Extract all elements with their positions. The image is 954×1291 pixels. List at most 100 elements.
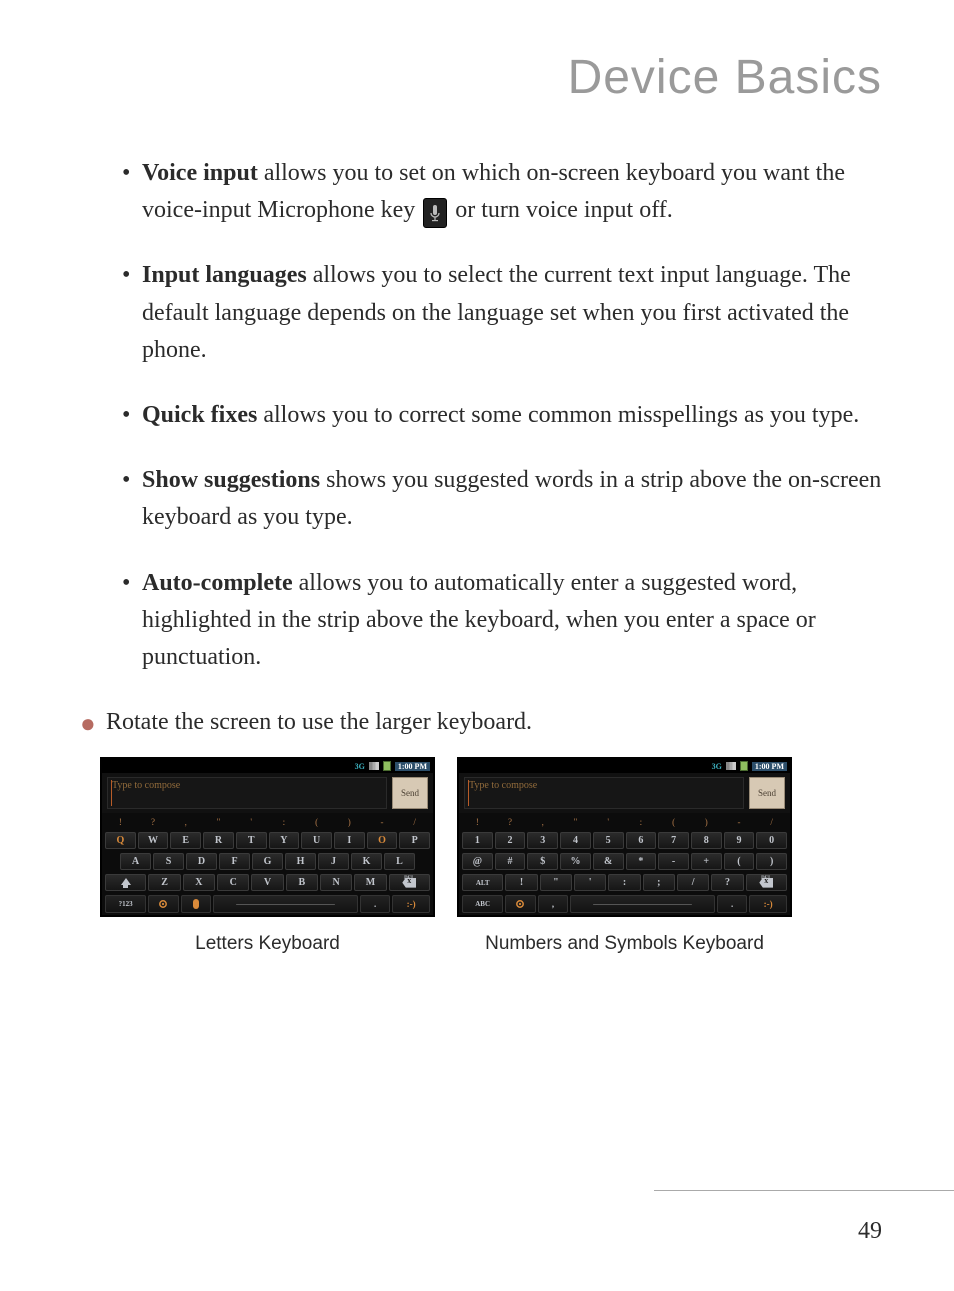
bullet-icon: • xyxy=(122,462,142,536)
key-2[interactable]: 2 xyxy=(495,832,526,849)
delete-key[interactable]: DEL xyxy=(746,874,787,891)
key-t[interactable]: T xyxy=(236,832,267,849)
key-0[interactable]: 0 xyxy=(756,832,787,849)
settings-key[interactable] xyxy=(505,895,536,913)
key-h[interactable]: H xyxy=(285,853,316,870)
key-1[interactable]: 1 xyxy=(462,832,493,849)
page-title: Device Basics xyxy=(72,50,882,105)
key-a[interactable]: A xyxy=(120,853,151,870)
key-4[interactable]: 4 xyxy=(560,832,591,849)
mode-switch-key[interactable]: ?123 xyxy=(105,895,146,913)
emoji-key[interactable]: :-) xyxy=(749,895,787,913)
key-at[interactable]: @ xyxy=(462,853,493,870)
voice-key[interactable] xyxy=(181,895,212,913)
compose-input[interactable]: Type to compose xyxy=(107,777,387,809)
key-slash[interactable]: / xyxy=(677,874,709,891)
send-button[interactable]: Send xyxy=(749,777,785,809)
key-r[interactable]: R xyxy=(203,832,234,849)
send-button[interactable]: Send xyxy=(392,777,428,809)
key-6[interactable]: 6 xyxy=(626,832,657,849)
key-n[interactable]: N xyxy=(320,874,352,891)
instruction-dot-icon: ● xyxy=(80,704,106,743)
status-time: 1:00 PM xyxy=(395,762,430,771)
emoji-key[interactable]: :-) xyxy=(392,895,430,913)
key-star[interactable]: * xyxy=(626,853,657,870)
text: or turn voice input off. xyxy=(449,197,673,223)
bullet-icon: • xyxy=(122,565,142,677)
key-s[interactable]: S xyxy=(153,853,184,870)
key-9[interactable]: 9 xyxy=(724,832,755,849)
key-z[interactable]: Z xyxy=(148,874,180,891)
symbol-hint: , xyxy=(170,815,201,828)
key-bang[interactable]: ! xyxy=(505,874,537,891)
key-l[interactable]: L xyxy=(384,853,415,870)
key-k[interactable]: K xyxy=(351,853,382,870)
delete-key[interactable]: DEL xyxy=(389,874,430,891)
symbol-hint-row: ! ? , " ' : ( ) - / xyxy=(459,813,790,830)
key-qmark[interactable]: ? xyxy=(711,874,743,891)
network-3g-icon: 3G xyxy=(712,762,722,771)
comma-key[interactable]: , xyxy=(538,895,569,913)
compose-input[interactable]: Type to compose xyxy=(464,777,744,809)
key-minus[interactable]: - xyxy=(658,853,689,870)
key-lparen[interactable]: ( xyxy=(724,853,755,870)
key-q[interactable]: Q xyxy=(105,832,136,849)
battery-icon xyxy=(383,761,391,771)
status-bar: 3G 1:00 PM xyxy=(459,759,790,773)
key-3[interactable]: 3 xyxy=(527,832,558,849)
microphone-icon xyxy=(193,899,199,909)
settings-list: • Voice input allows you to set on which… xyxy=(72,155,882,676)
key-g[interactable]: G xyxy=(252,853,283,870)
symbol-hint-row: ! ? , " ' : ( ) - / xyxy=(102,813,433,830)
key-c[interactable]: C xyxy=(217,874,249,891)
key-p[interactable]: P xyxy=(399,832,430,849)
key-colon[interactable]: : xyxy=(608,874,640,891)
bullet-icon: • xyxy=(122,397,142,434)
key-b[interactable]: B xyxy=(286,874,318,891)
alt-key[interactable]: ALT xyxy=(462,874,503,891)
key-7[interactable]: 7 xyxy=(658,832,689,849)
key-plus[interactable]: + xyxy=(691,853,722,870)
period-key[interactable]: . xyxy=(717,895,748,913)
key-e[interactable]: E xyxy=(170,832,201,849)
key-u[interactable]: U xyxy=(301,832,332,849)
period-key[interactable]: . xyxy=(360,895,391,913)
list-item-body: Voice input allows you to set on which o… xyxy=(142,155,882,229)
key-o[interactable]: O xyxy=(367,832,398,849)
key-dquote[interactable]: " xyxy=(540,874,572,891)
symbol-hint: ! xyxy=(462,815,493,828)
term-auto-complete: Auto-complete xyxy=(142,570,293,596)
battery-icon xyxy=(740,761,748,771)
key-semi[interactable]: ; xyxy=(643,874,675,891)
term-voice-input: Voice input xyxy=(142,160,258,186)
key-y[interactable]: Y xyxy=(269,832,300,849)
list-item-body: Input languages allows you to select the… xyxy=(142,257,882,369)
key-m[interactable]: M xyxy=(354,874,386,891)
key-x[interactable]: X xyxy=(183,874,215,891)
key-rparen[interactable]: ) xyxy=(756,853,787,870)
key-amp[interactable]: & xyxy=(593,853,624,870)
mode-switch-key[interactable]: ABC xyxy=(462,895,503,913)
microphone-icon xyxy=(423,198,447,228)
symbol-hint: , xyxy=(527,815,558,828)
key-squote[interactable]: ' xyxy=(574,874,606,891)
space-key[interactable] xyxy=(213,895,358,913)
settings-key[interactable] xyxy=(148,895,179,913)
space-key[interactable] xyxy=(570,895,715,913)
key-d[interactable]: D xyxy=(186,853,217,870)
key-i[interactable]: I xyxy=(334,832,365,849)
caption-numbers: Numbers and Symbols Keyboard xyxy=(457,933,792,955)
key-8[interactable]: 8 xyxy=(691,832,722,849)
shift-key[interactable] xyxy=(105,874,146,891)
network-3g-icon: 3G xyxy=(355,762,365,771)
key-f[interactable]: F xyxy=(219,853,250,870)
key-v[interactable]: V xyxy=(251,874,283,891)
term-show-suggestions: Show suggestions xyxy=(142,467,320,493)
term-quick-fixes: Quick fixes xyxy=(142,402,257,428)
key-percent[interactable]: % xyxy=(560,853,591,870)
key-j[interactable]: J xyxy=(318,853,349,870)
key-hash[interactable]: # xyxy=(495,853,526,870)
key-w[interactable]: W xyxy=(138,832,169,849)
key-dollar[interactable]: $ xyxy=(527,853,558,870)
key-5[interactable]: 5 xyxy=(593,832,624,849)
